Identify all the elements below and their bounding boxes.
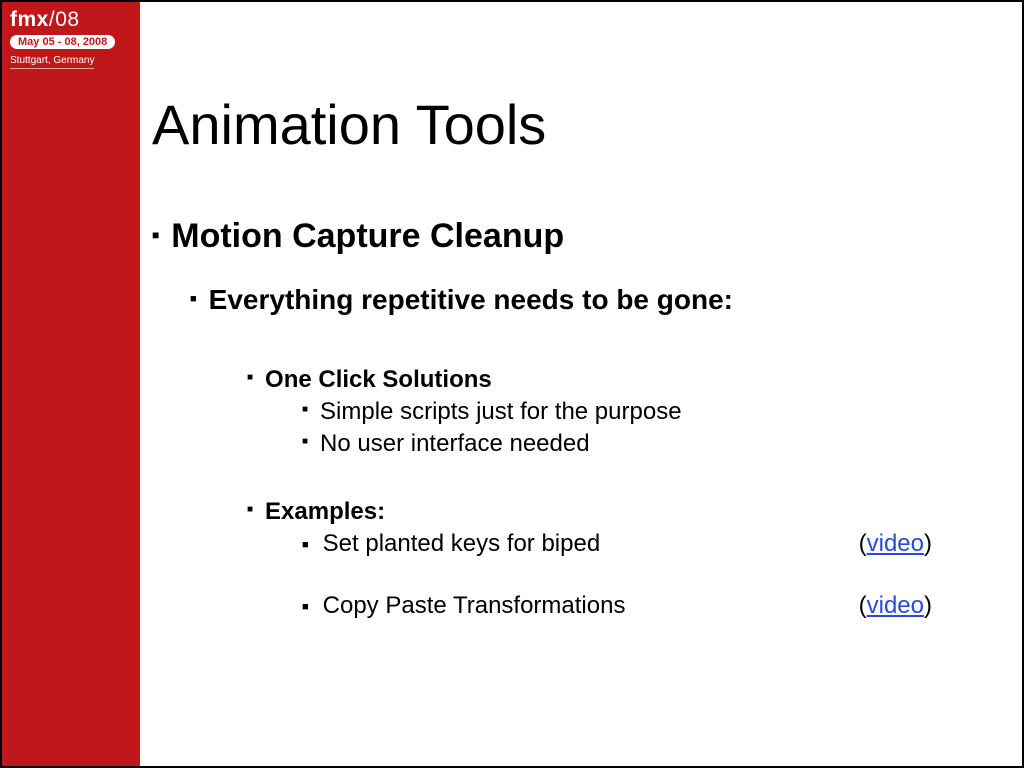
bullet-icon: ■: [302, 539, 309, 551]
bullet-level-4: ■ Simple scripts just for the purpose: [302, 398, 1022, 426]
video-link-wrap: (video): [859, 530, 1022, 558]
item-text: Simple scripts just for the purpose: [320, 398, 682, 425]
event-location: Stuttgart, Germany: [10, 55, 94, 69]
video-link[interactable]: video: [867, 530, 924, 557]
example-label: Copy Paste Transformations: [323, 592, 743, 620]
video-link[interactable]: video: [867, 592, 924, 619]
bullet-icon: ■: [247, 504, 253, 515]
bullet-icon: ■: [302, 436, 308, 447]
example-label: Set planted keys for biped: [323, 530, 743, 558]
bullet-icon: ■: [190, 293, 197, 305]
section-heading: One Click Solutions: [265, 366, 492, 393]
heading-level-2: ■ Everything repetitive needs to be gone:: [190, 284, 1022, 316]
bullet-icon: ■: [302, 601, 309, 613]
lvl2-text: Everything repetitive needs to be gone:: [209, 284, 733, 315]
heading-level-1: ■ Motion Capture Cleanup: [152, 217, 1022, 256]
example-row: ■ Copy Paste Transformations (video): [302, 592, 1022, 620]
bullet-level-4: ■ No user interface needed: [302, 430, 1022, 458]
section-heading: Examples:: [265, 498, 385, 525]
event-date: May 05 - 08, 2008: [10, 35, 115, 49]
logo-year: /08: [49, 8, 80, 31]
slide-title: Animation Tools: [152, 92, 1022, 157]
slide: fmx/08 May 05 - 08, 2008 Stuttgart, Germ…: [0, 0, 1024, 768]
content-area: Animation Tools ■Motion Capture Cleanup …: [152, 2, 1022, 766]
bullet-icon: ■: [247, 372, 253, 383]
lvl1-text: Motion Capture Cleanup: [171, 217, 564, 255]
logo-brand: fmx: [10, 8, 49, 31]
heading-level-3: ■ One Click Solutions: [247, 366, 1022, 394]
sidebar: fmx/08 May 05 - 08, 2008 Stuttgart, Germ…: [2, 2, 140, 766]
item-text: No user interface needed: [320, 430, 590, 457]
logo-text: fmx/08: [10, 8, 132, 32]
bullet-icon: ■: [302, 404, 308, 415]
heading-level-3: ■ Examples:: [247, 498, 1022, 526]
bullet-icon: ■: [152, 228, 159, 242]
event-logo: fmx/08 May 05 - 08, 2008 Stuttgart, Germ…: [2, 2, 140, 77]
video-link-wrap: (video): [859, 592, 1022, 620]
example-row: ■ Set planted keys for biped (video): [302, 530, 1022, 558]
